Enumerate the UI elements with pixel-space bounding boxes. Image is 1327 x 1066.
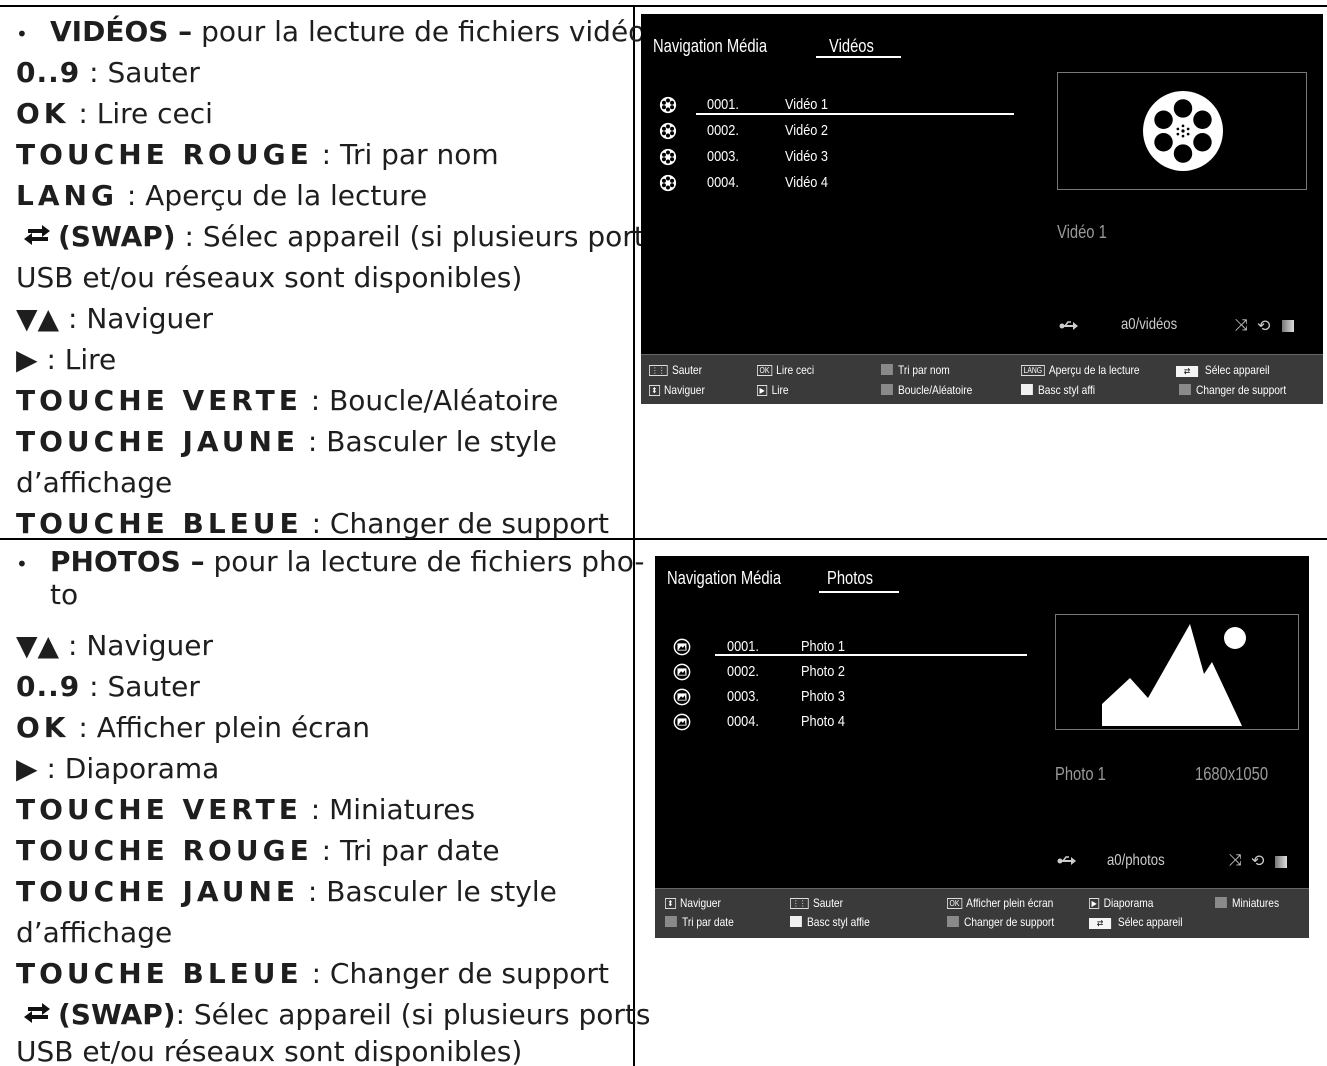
help-red: Tri par nom (881, 363, 950, 377)
device-path: a0/vidéos (1121, 316, 1178, 333)
selection-underline (715, 654, 1027, 656)
videos-line-9: TOUCHE VERTE : Boucle/Aléatoire (16, 384, 559, 417)
swap-icon (24, 225, 50, 245)
photo-icon (673, 713, 691, 731)
photo-preview (1055, 614, 1299, 730)
photo-icon (673, 638, 691, 656)
down-up-arrows-icon: ▼▲ (16, 302, 60, 335)
photos-description: • PHOTOS – pour la lecture de fichiers p… (0, 546, 650, 1066)
photos-heading-cont: to (50, 578, 79, 611)
usb-icon (1059, 321, 1078, 330)
photos-line-9: TOUCHE BLEUE : Changer de support (16, 957, 609, 990)
help-sauter: ⋮⋮ Sauter (649, 363, 702, 377)
help-green: Boucle/Aléatoire (881, 383, 972, 397)
help-ok: OK Afficher plein écran (947, 896, 1053, 910)
tab-videos[interactable]: Vidéos (829, 36, 874, 57)
help-swap: ⇄ Sélec appareil (1176, 363, 1270, 377)
table-top-border (0, 5, 1327, 7)
photos-line-11: USB et/ou réseaux sont disponibles) (16, 1035, 523, 1066)
videos-line-10: TOUCHE JAUNE : Basculer le style (16, 425, 557, 458)
repeat-icon: ⟲ (1257, 318, 1271, 335)
film-reel-icon (1143, 91, 1223, 171)
film-reel-icon (659, 122, 677, 140)
help-sauter: ⋮⋮ Sauter (790, 896, 843, 910)
videos-line-3: TOUCHE ROUGE : Tri par nom (16, 138, 499, 171)
videos-heading: • VIDÉOS – pour la lecture de fichiers v… (16, 16, 645, 48)
videos-line-12: TOUCHE BLEUE : Changer de support (16, 507, 609, 540)
help-bar: ⋮⋮ Sauter OK Lire ceci Tri par nom LANG Ape… (641, 354, 1323, 404)
video-preview (1057, 72, 1307, 190)
film-reel-icon (659, 148, 677, 166)
help-play: ▶ Diaporama (1089, 896, 1153, 910)
photos-line-7: TOUCHE JAUNE : Basculer le style (16, 875, 557, 908)
help-naviguer: ⬍ Naviguer (649, 383, 705, 397)
bullet: • (16, 552, 28, 576)
down-up-arrows-icon: ▼▲ (16, 629, 60, 662)
nav-title: Navigation Média (653, 36, 768, 56)
videos-line-6: USB et/ou réseaux sont disponibles) (16, 261, 523, 294)
photos-line-10: (SWAP): Sélec appareil (si plusieurs por… (16, 999, 650, 1031)
shuffle-icon: ⤨ (1235, 317, 1248, 334)
photos-line-5: TOUCHE VERTE : Miniatures (16, 793, 476, 826)
photo-icon (673, 663, 691, 681)
table-col-border (633, 5, 635, 1066)
videos-line-7: ▼▲ : Naviguer (16, 302, 214, 335)
tab-underline (816, 56, 901, 58)
photos-line-3: OK : Afficher plein écran (16, 711, 370, 744)
photos-line-1: ▼▲ : Naviguer (16, 629, 214, 662)
preview-title: Vidéo 1 (1057, 222, 1107, 242)
photos-line-4: ▶ : Diaporama (16, 752, 220, 785)
preview-title: Photo 1 (1055, 764, 1106, 784)
videos-description: • VIDÉOS – pour la lecture de fichiers v… (0, 14, 659, 540)
usb-icon (1057, 856, 1076, 865)
help-play: ▶ Lire (757, 383, 789, 397)
videos-line-5: (SWAP) : Sélec appareil (si plusieurs po… (16, 221, 659, 253)
stop-icon (1282, 320, 1294, 332)
device-path: a0/photos (1107, 852, 1165, 869)
tab-photos[interactable]: Photos (827, 568, 873, 589)
film-reel-icon (659, 96, 677, 114)
videos-keyword: VIDÉOS – (50, 15, 193, 48)
videos-line-11: d’affichage (16, 466, 173, 499)
repeat-icon: ⟲ (1251, 853, 1265, 870)
photos-line-6: TOUCHE ROUGE : Tri par date (16, 834, 500, 867)
help-blue: Changer de support (947, 915, 1054, 929)
photos-line-2: 0..9 : Sauter (16, 670, 200, 703)
shuffle-icon: ⤨ (1229, 852, 1242, 869)
photos-keyword: PHOTOS – (50, 545, 205, 578)
videos-line-1: 0..9 : Sauter (16, 56, 200, 89)
help-lang: LANG Aperçu de la lecture (1021, 363, 1140, 377)
stop-icon (1275, 856, 1287, 868)
videos-line-2: OK : Lire ceci (16, 97, 213, 130)
photo-icon (673, 688, 691, 706)
help-yellow: Basc styl affie (790, 915, 870, 929)
mountain-image-icon (1102, 624, 1246, 726)
help-red: Tri par date (665, 915, 734, 929)
bullet: • (16, 22, 28, 46)
swap-icon (24, 1003, 50, 1023)
photos-heading: • PHOTOS – pour la lecture de fichiers p… (16, 546, 644, 578)
play-icon: ▶ (16, 343, 38, 376)
videos-heading-text: pour la lecture de fichiers vidéo (192, 15, 646, 48)
help-bar: ⬍ Naviguer ⋮⋮ Sauter OK Afficher plein écra… (655, 888, 1309, 938)
play-icon: ▶ (16, 752, 38, 785)
help-green: Miniatures (1215, 896, 1279, 910)
film-reel-icon (659, 174, 677, 192)
photo-resolution: 1680x1050 (1195, 764, 1269, 784)
videos-line-8: ▶ : Lire (16, 343, 117, 376)
help-yellow: Basc styl affi (1021, 383, 1095, 397)
photos-heading-text: pour la lecture de fichiers pho- (204, 545, 645, 578)
help-ok: OK Lire ceci (757, 363, 814, 377)
photo-browser-screen: Navigation Média Photos 0001. Photo 1 00… (655, 556, 1309, 938)
help-naviguer: ⬍ Naviguer (665, 896, 721, 910)
tab-underline (819, 591, 899, 593)
selection-underline (696, 113, 1014, 115)
help-blue: Changer de support (1179, 383, 1286, 397)
videos-line-4: LANG : Aperçu de la lecture (16, 179, 428, 212)
help-swap: ⇄ Sélec appareil (1089, 915, 1183, 929)
video-browser-screen: Navigation Média Vidéos 0001. Vidéo 1 00… (641, 14, 1323, 404)
photos-line-8: d’affichage (16, 916, 173, 949)
nav-title: Navigation Média (667, 568, 782, 588)
